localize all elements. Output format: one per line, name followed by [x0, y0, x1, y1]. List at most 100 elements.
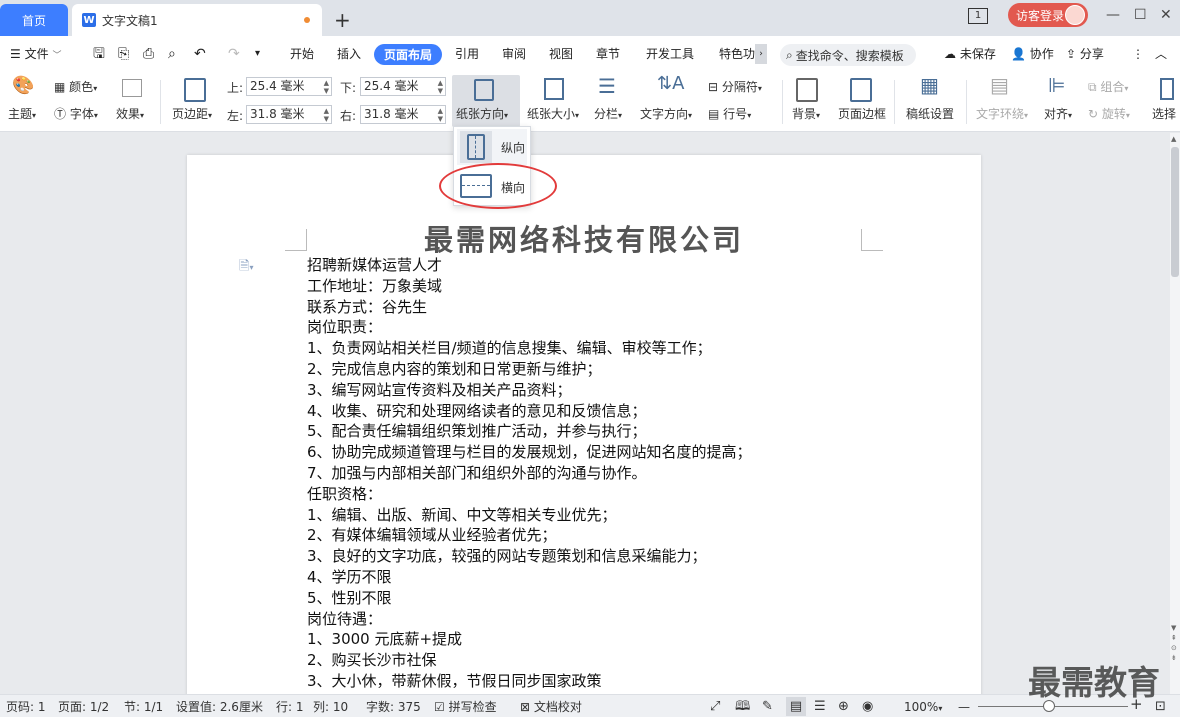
unsaved-status[interactable]: ☁ 未保存: [944, 45, 996, 63]
page-view-mode-icon[interactable]: ▤: [786, 697, 806, 716]
collab-button[interactable]: 👤 协作: [1011, 45, 1054, 63]
effect-icon: [122, 79, 142, 97]
status-page[interactable]: 页面: 1/2: [58, 700, 109, 714]
background-button[interactable]: 背景▾: [792, 106, 820, 124]
print-icon[interactable]: ⎙: [143, 45, 154, 63]
font-button[interactable]: Ⓣ 字体▾: [54, 106, 98, 124]
tab-features[interactable]: 特色功: [719, 45, 755, 63]
status-col[interactable]: 列: 10: [313, 700, 348, 714]
group-icon: ⧉: [1088, 80, 1097, 94]
separator-label: 分隔符: [721, 80, 758, 94]
top-margin-input[interactable]: 25.4 毫米 ▲ ▼: [246, 77, 332, 96]
new-tab-button[interactable]: +: [334, 8, 351, 32]
text-wrap-button[interactable]: 文字环绕▾: [976, 106, 1028, 124]
status-words[interactable]: 字数: 375: [366, 700, 421, 714]
print-preview-icon[interactable]: ⌕: [168, 45, 176, 63]
doc-proof-button[interactable]: ⊠ 文档校对: [520, 700, 582, 714]
save-icon[interactable]: 🖫: [93, 45, 105, 63]
spell-check-button[interactable]: ☑ 拼写检查: [434, 700, 497, 714]
minimize-button[interactable]: —: [1106, 6, 1120, 24]
spinner-arrows-icon[interactable]: ▲ ▼: [324, 79, 329, 95]
dropdown-arrow-icon: ▾: [93, 84, 98, 93]
edit-mode-icon[interactable]: ✎: [762, 700, 773, 714]
spinner-arrows-icon[interactable]: ▲ ▼: [438, 107, 443, 123]
dropdown-arrow-icon: ▾: [93, 111, 98, 120]
share-button[interactable]: ⇪ 分享: [1066, 45, 1104, 63]
outline-view-icon[interactable]: ☰: [814, 700, 826, 714]
fullscreen-icon[interactable]: ⤢: [710, 700, 720, 714]
group-button[interactable]: ⧉ 组合▾: [1088, 79, 1128, 97]
tab-document[interactable]: W 文字文稿1: [72, 4, 322, 36]
scroll-up-icon[interactable]: ▲: [1171, 135, 1176, 143]
search-icon: ⌕: [786, 47, 793, 62]
tab-insert[interactable]: 插入: [337, 45, 361, 63]
margins-icon: [184, 78, 206, 102]
tab-chapter[interactable]: 章节: [596, 45, 620, 63]
left-margin-value: 31.8 毫米: [250, 107, 305, 121]
zoom-level[interactable]: 100%▾: [904, 700, 942, 716]
select-button[interactable]: 选择: [1152, 106, 1180, 122]
paper-size-button[interactable]: 纸张大小▾: [527, 106, 579, 124]
manuscript-button[interactable]: 稿纸设置: [906, 106, 954, 122]
document-page[interactable]: 🗎▾ 最需网络科技有限公司 招聘新媒体运营人才 工作地址：万象美域 联系方式：谷先生…: [187, 155, 981, 694]
spinner-arrows-icon[interactable]: ▲ ▼: [324, 107, 329, 123]
tab-review[interactable]: 审阅: [502, 45, 526, 63]
more-options-icon[interactable]: ⋮: [1132, 45, 1144, 63]
scrollbar-thumb[interactable]: [1171, 147, 1179, 277]
collapse-ribbon-icon[interactable]: ︿: [1155, 45, 1167, 63]
dropdown-arrow-icon: ▾: [32, 111, 37, 120]
read-mode-icon[interactable]: 🕮: [735, 700, 750, 714]
web-view-icon[interactable]: ⊕: [838, 700, 849, 714]
undo-icon[interactable]: ↶: [194, 45, 206, 63]
columns-button[interactable]: 分栏▾: [594, 106, 622, 124]
line-number-button[interactable]: ▤ 行号▾: [708, 106, 751, 124]
redo-icon[interactable]: ↷: [228, 45, 240, 63]
portrait-icon: [467, 134, 485, 160]
tab-view[interactable]: 视图: [549, 45, 573, 63]
rotate-button[interactable]: ↻ 旋转▾: [1088, 106, 1130, 124]
align-button[interactable]: 对齐▾: [1044, 106, 1072, 124]
tab-home[interactable]: 首页: [0, 4, 68, 36]
tab-start[interactable]: 开始: [290, 45, 314, 63]
zoom-out-button[interactable]: —: [958, 700, 970, 714]
status-section[interactable]: 节: 1/1: [124, 700, 163, 714]
vertical-scrollbar[interactable]: ▲ ▼ ⇞ ⊙ ⇟: [1170, 133, 1180, 694]
status-page-code[interactable]: 页码: 1: [6, 700, 46, 714]
document-line: 3、良好的文字功底，较强的网站专题策划和信息采编能力；: [307, 547, 707, 566]
document-line: 1、负责网站相关栏目/频道的信息搜集、编辑、审校等工作；: [307, 339, 712, 358]
visitor-login-button[interactable]: 访客登录: [1008, 3, 1088, 27]
margins-button[interactable]: 页边距▾: [172, 106, 212, 124]
maximize-button[interactable]: ☐: [1134, 6, 1147, 24]
effect-button[interactable]: 效果▾: [116, 106, 144, 124]
align-icon: ⊫: [1048, 73, 1066, 97]
text-direction-button[interactable]: 文字方向▾: [640, 106, 692, 124]
paragraph-handle-icon[interactable]: 🗎▾: [239, 257, 253, 279]
command-search[interactable]: ⌕ 查找命令、搜索模板: [780, 44, 916, 66]
color-button[interactable]: ▦ 颜色▾: [54, 79, 97, 97]
theme-button[interactable]: 主题▾: [8, 106, 36, 124]
file-menu[interactable]: ☰ 文件 ﹀: [10, 45, 61, 65]
tab-developer[interactable]: 开发工具: [646, 45, 694, 63]
spell-check-label: 拼写检查: [448, 700, 497, 714]
status-setting[interactable]: 设置值: 2.6厘米: [176, 700, 263, 714]
right-margin-input[interactable]: 31.8 毫米 ▲ ▼: [360, 105, 446, 124]
orientation-button[interactable]: 纸张方向▾: [452, 75, 520, 127]
scroll-down-icon[interactable]: ▼ ⇞ ⊙ ⇟: [1171, 623, 1177, 663]
portrait-option[interactable]: 纵向: [457, 129, 527, 165]
format-painter-icon[interactable]: ⎘: [118, 45, 129, 63]
page-border-button[interactable]: 页面边框: [838, 106, 886, 122]
status-row[interactable]: 行: 1: [276, 700, 304, 714]
left-margin-input[interactable]: 31.8 毫米 ▲ ▼: [246, 105, 332, 124]
tabs-scroll-right-icon[interactable]: ›: [755, 44, 767, 64]
document-area[interactable]: 🗎▾ 最需网络科技有限公司 招聘新媒体运营人才 工作地址：万象美域 联系方式：谷先生…: [0, 133, 1170, 694]
quick-access-chevron-icon[interactable]: ▾: [255, 45, 260, 63]
tab-page-layout[interactable]: 页面布局: [374, 44, 442, 65]
top-margin-value: 25.4 毫米: [250, 79, 305, 93]
tab-references[interactable]: 引用: [455, 45, 479, 63]
separator-button[interactable]: ⊟ 分隔符▾: [708, 79, 762, 97]
spinner-arrows-icon[interactable]: ▲ ▼: [438, 79, 443, 95]
bottom-margin-input[interactable]: 25.4 毫米 ▲ ▼: [360, 77, 446, 96]
eye-protect-icon[interactable]: ◉: [862, 700, 873, 714]
page-view-icon[interactable]: 1: [968, 8, 988, 24]
close-button[interactable]: ✕: [1160, 6, 1172, 24]
